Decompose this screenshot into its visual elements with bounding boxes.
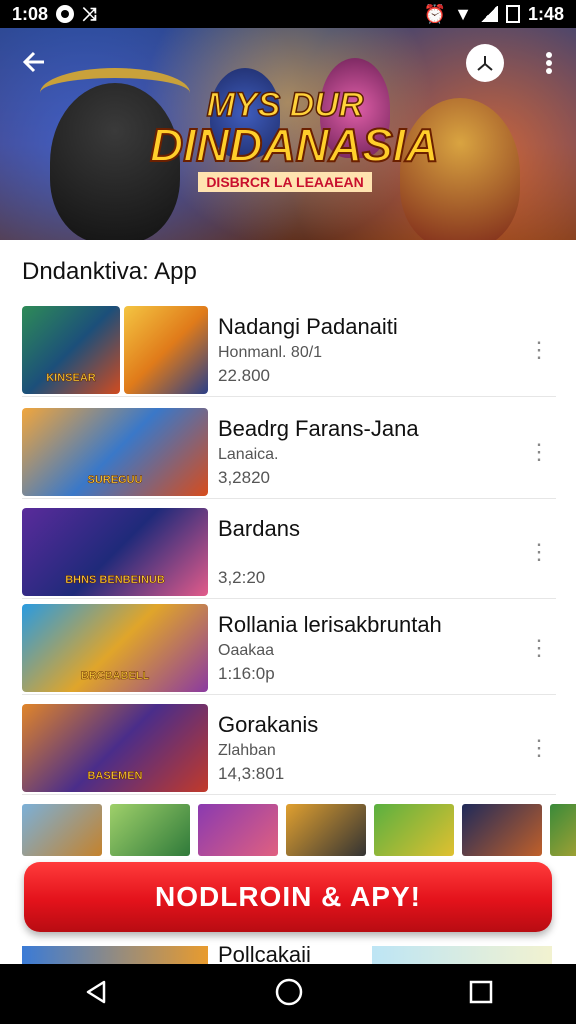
- battery-icon: [505, 5, 520, 23]
- nav-back-icon[interactable]: [82, 978, 110, 1011]
- app-subtitle: Lanaica.: [218, 446, 279, 463]
- app-stat: 3,2820: [218, 468, 270, 487]
- status-bar: 1:08 ⤨ ⏰ ▼ 1:48: [0, 0, 576, 28]
- app-stat: 3,2:20: [218, 568, 266, 587]
- app-thumbnail: BASEMEN: [22, 704, 208, 792]
- app-name: Rollania lerisakbruntah: [218, 612, 442, 637]
- app-thumbnail: [22, 946, 208, 964]
- strip-thumbnail[interactable]: [374, 804, 454, 856]
- app-subtitle: Honmanl. 80/1: [218, 344, 323, 361]
- alarm-icon: ⏰: [423, 3, 447, 24]
- more-vert-icon[interactable]: ⋮: [528, 730, 550, 766]
- hero-subtitle: DISBRCR LA LEAAEAN: [198, 172, 372, 192]
- strip-thumbnail[interactable]: [462, 804, 542, 856]
- wifi-icon: ▼: [454, 3, 472, 24]
- app-name: Bardans: [218, 516, 300, 541]
- app-list-item-partial[interactable]: Pollcakaii: [22, 942, 556, 964]
- strip-thumbnail[interactable]: [286, 804, 366, 856]
- strip-thumbnail[interactable]: [550, 804, 576, 856]
- app-thumbnail: [124, 306, 208, 394]
- strip-thumbnail[interactable]: [110, 804, 190, 856]
- notification-icon: [56, 5, 75, 23]
- signal-icon: [479, 6, 498, 22]
- app-thumbnail: SUREGUU: [22, 408, 208, 496]
- more-vert-icon[interactable]: ⋮: [528, 630, 550, 666]
- app-name: Gorakanis: [218, 712, 319, 737]
- strip-thumbnail[interactable]: [22, 804, 102, 856]
- hero-title-line1: MYS DUR: [206, 86, 364, 124]
- app-list-item[interactable]: SUREGUU Beadrg Farans-Jana Lanaica. 3,28…: [22, 408, 556, 499]
- app-list-item[interactable]: KINSEAR Nadangi Padanaiti Honmanl. 80/1 …: [22, 306, 556, 397]
- more-vert-icon[interactable]: ⋮: [528, 534, 550, 570]
- thumbnail-strip[interactable]: [22, 804, 576, 856]
- app-stat: 14,3:801: [218, 764, 285, 783]
- app-list-item[interactable]: BASEMEN Gorakanis Zlahban 14,3:801 ⋮: [22, 704, 556, 795]
- more-vert-icon[interactable]: ⋮: [528, 332, 550, 368]
- app-list-item[interactable]: BHNS BENBEINUB Bardans 3,2:20 ⋮: [22, 508, 556, 599]
- sync-icon: ⤨: [82, 3, 97, 24]
- app-stat: 22.800: [218, 366, 270, 385]
- app-name: Nadangi Padanaiti: [218, 314, 398, 339]
- app-thumbnail: KINSEAR: [22, 306, 120, 394]
- share-icon[interactable]: [466, 44, 504, 82]
- more-vert-icon[interactable]: [538, 44, 560, 82]
- strip-thumbnail[interactable]: [198, 804, 278, 856]
- status-time: 1:08: [12, 3, 49, 24]
- back-arrow-icon[interactable]: [18, 46, 50, 78]
- nav-recents-icon[interactable]: [468, 979, 494, 1010]
- hero-title: MYS DUR DINDANASIA DISBRCR LA LEAAEAN: [149, 86, 440, 192]
- app-thumbnail: [372, 946, 552, 964]
- app-stat: 1:16:0p: [218, 664, 275, 683]
- hero-title-line2: DINDANASIA: [149, 119, 440, 171]
- app-subtitle: Zlahban: [218, 742, 276, 759]
- app-thumbnail: BRCBABELL: [22, 604, 208, 692]
- install-button[interactable]: NODLROIN & APY!: [24, 862, 552, 932]
- status-clock: 1:48: [527, 3, 564, 24]
- app-name: Beadrg Farans-Jana: [218, 416, 419, 441]
- section-title: Dndanktiva: App: [22, 258, 197, 285]
- app-name: Pollcakaii: [218, 942, 311, 964]
- app-list-item[interactable]: BRCBABELL Rollania lerisakbruntah Oaakaa…: [22, 604, 556, 695]
- system-nav-bar: [0, 964, 576, 1024]
- nav-home-icon[interactable]: [274, 977, 304, 1012]
- more-vert-icon[interactable]: ⋮: [528, 434, 550, 470]
- app-thumbnail: BHNS BENBEINUB: [22, 508, 208, 596]
- app-subtitle: Oaakaa: [218, 642, 275, 659]
